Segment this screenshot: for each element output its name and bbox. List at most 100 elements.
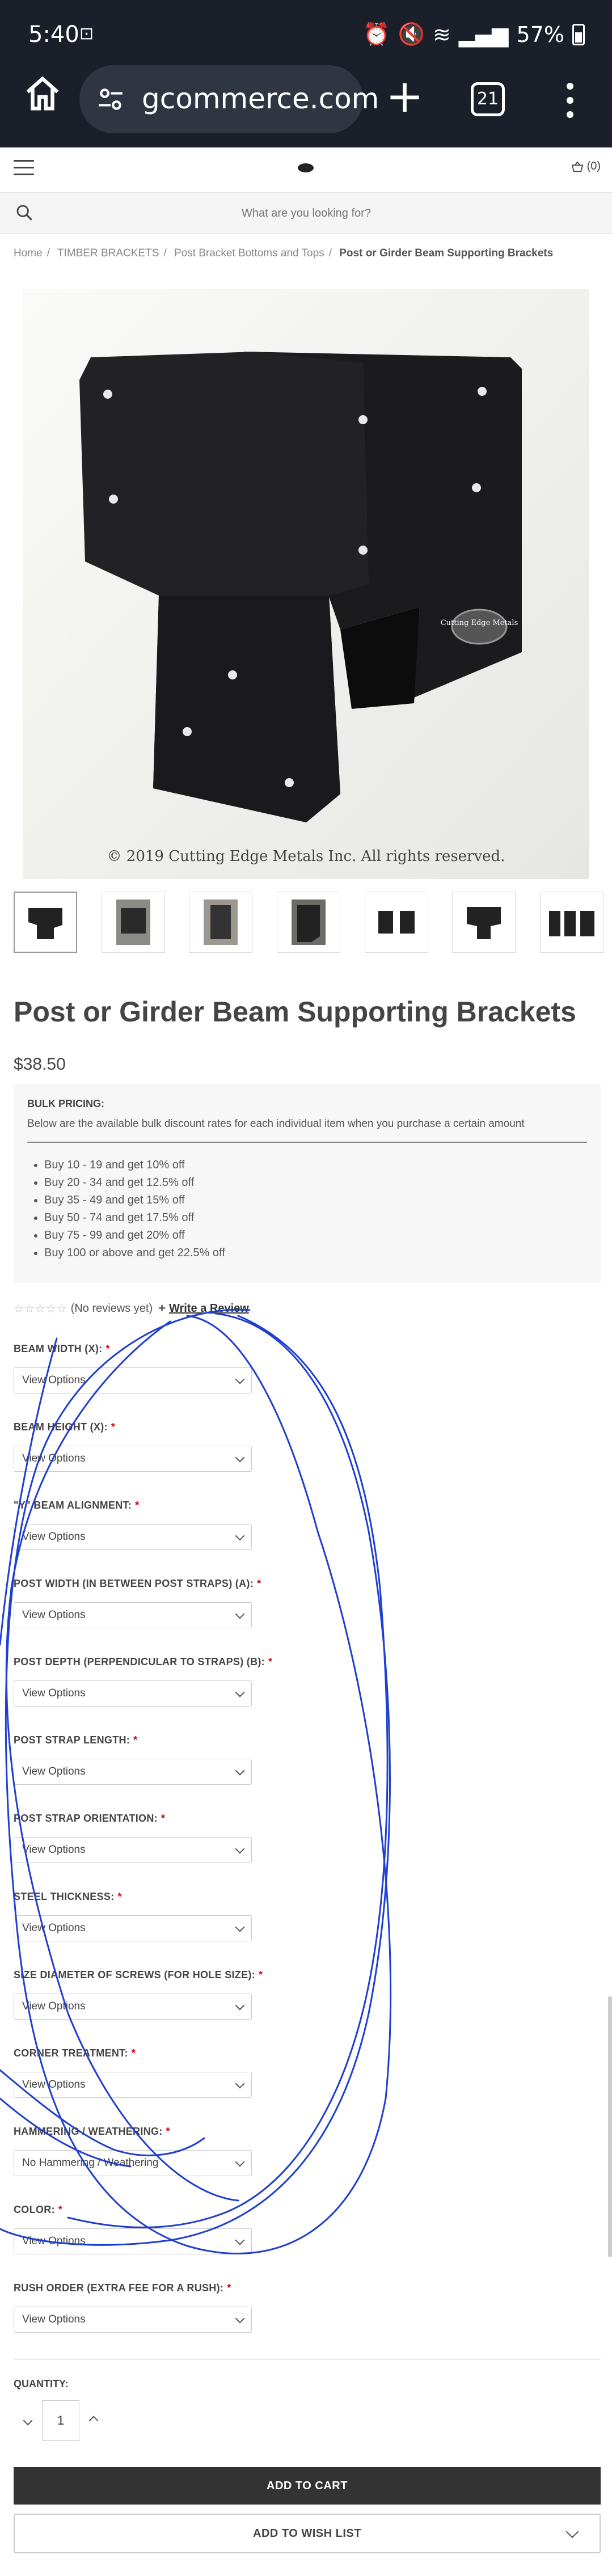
option-beam-width: BEAM WIDTH (X): * View Options [14, 1343, 252, 1393]
y-beam-alignment-select[interactable]: View Options [14, 1524, 252, 1550]
rush-order-select[interactable]: View Options [14, 2307, 252, 2333]
option-post-depth: POST DEPTH (PERPENDICULAR TO STRAPS) (B)… [14, 1656, 272, 1707]
option-corner-treatment: CORNER TREATMENT: * View Options [14, 2047, 252, 2098]
quantity-decrease-button[interactable] [14, 2400, 42, 2441]
rating-stars: ☆☆☆☆☆ [14, 1302, 67, 1315]
reviews-summary: ☆☆☆☆☆ (No reviews yet) + Write a Review [14, 1301, 249, 1316]
add-to-wishlist-button[interactable]: ADD TO WISH LIST [14, 2514, 601, 2553]
option-label: POST WIDTH (IN BETWEEN POST STRAPS) (A):… [14, 1578, 261, 1589]
option-beam-height: BEAM HEIGHT (X): * View Options [14, 1421, 252, 1472]
post-strap-orientation-select[interactable]: View Options [14, 1837, 252, 1863]
thumbnail-strip [14, 892, 603, 954]
home-icon[interactable] [23, 74, 62, 113]
battery-icon [572, 23, 585, 45]
url-text: gcommerce.com [142, 82, 379, 115]
bulk-pricing-box: BULK PRICING: Below are the available bu… [14, 1084, 601, 1283]
product-title: Post or Girder Beam Supporting Brackets [14, 996, 576, 1028]
post-depth-select[interactable]: View Options [14, 1680, 252, 1707]
bulk-pricing-list: Buy 10 - 19 and get 10% off Buy 20 - 34 … [27, 1156, 587, 1262]
search-bar [0, 193, 612, 234]
breadcrumb-home[interactable]: Home [14, 247, 43, 259]
search-input[interactable] [45, 201, 567, 226]
beam-width-select[interactable]: View Options [14, 1367, 252, 1393]
steel-thickness-select[interactable]: View Options [14, 1915, 252, 1941]
battery-level: 57% [516, 22, 564, 47]
option-label: COLOR: * [14, 2204, 63, 2215]
product-image[interactable]: Cutting Edge Metals © 2019 Cutting Edge … [23, 289, 589, 879]
thumbnail-1[interactable] [14, 892, 77, 953]
chevron-down-icon [235, 1922, 245, 1932]
thumbnail-6[interactable] [452, 892, 516, 953]
option-rush-order: RUSH ORDER (EXTRA FEE FOR A RUSH): * View… [14, 2282, 252, 2333]
chevron-down-icon [235, 1687, 245, 1697]
chevron-up-icon [88, 2415, 99, 2426]
option-label: RUSH ORDER (EXTRA FEE FOR A RUSH): * [14, 2282, 231, 2294]
quantity-label: QUANTITY: [14, 2378, 69, 2389]
chevron-down-icon [235, 2079, 245, 2089]
breadcrumb-timber-brackets[interactable]: TIMBER BRACKETS [57, 247, 159, 259]
option-post-width: POST WIDTH (IN BETWEEN POST STRAPS) (A):… [14, 1578, 261, 1628]
thumbnail-7[interactable] [539, 892, 603, 953]
basket-icon [571, 161, 583, 172]
chevron-down-icon [23, 2415, 33, 2426]
copyright-text: © 2019 Cutting Edge Metals Inc. All righ… [107, 848, 505, 865]
screen-record-icon: ⊡ [79, 24, 94, 43]
option-post-strap-orientation: POST STRAP ORIENTATION: * View Options [14, 1813, 252, 1863]
quantity-stepper: 1 [14, 2400, 108, 2441]
chevron-down-icon [235, 2000, 245, 2011]
bulk-pricing-title: BULK PRICING: [27, 1098, 104, 1109]
watermark-text: Cutting Edge Metals [441, 619, 518, 627]
status-icons: ⏰ 🔇 ≋ ▂▄▆ 57% [363, 22, 585, 47]
site-logo[interactable] [298, 163, 314, 172]
post-width-select[interactable]: View Options [14, 1602, 252, 1628]
quantity-increase-button[interactable] [79, 2400, 108, 2441]
plus-icon: + [158, 1301, 166, 1315]
status-bar: 5:40 ⊡ ⏰ 🔇 ≋ ▂▄▆ 57% gcommerce.com + 21 [0, 0, 612, 147]
hammering-select[interactable]: No Hammering / Weathering [14, 2150, 252, 2176]
option-label: BEAM HEIGHT (X): * [14, 1421, 116, 1433]
cart-link[interactable]: (0) [571, 160, 601, 173]
thumbnail-2[interactable] [101, 892, 165, 953]
add-to-cart-button[interactable]: ADD TO CART [14, 2467, 601, 2505]
scrollbar[interactable] [608, 1996, 612, 2257]
quantity-input[interactable]: 1 [42, 2400, 79, 2441]
bulk-pricing-description: Below are the available bulk discount ra… [27, 1118, 587, 1143]
breadcrumb-current: Post or Girder Beam Supporting Brackets [339, 247, 554, 259]
search-icon[interactable] [15, 203, 34, 222]
option-y-beam-alignment: "Y" BEAM ALIGNMENT: * View Options [14, 1500, 252, 1550]
chevron-down-icon [235, 2235, 245, 2245]
tab-switcher-button[interactable]: 21 [471, 82, 505, 116]
alarm-icon: ⏰ [363, 22, 390, 47]
wifi-icon: ≋ [433, 22, 451, 47]
chevron-down-icon [565, 2525, 579, 2539]
option-label: POST STRAP ORIENTATION: * [14, 1813, 166, 1824]
chevron-down-icon [235, 1374, 245, 1384]
site-settings-icon[interactable] [96, 85, 125, 113]
address-bar[interactable]: gcommerce.com [79, 65, 379, 133]
beam-height-select[interactable]: View Options [14, 1446, 252, 1472]
menu-icon[interactable] [14, 160, 34, 177]
breadcrumb-post-bracket[interactable]: Post Bracket Bottoms and Tops [174, 247, 324, 259]
option-label: POST STRAP LENGTH: * [14, 1734, 138, 1746]
screw-size-select[interactable]: View Options [14, 1994, 252, 2020]
corner-treatment-select[interactable]: View Options [14, 2072, 252, 2098]
more-menu-icon[interactable] [564, 79, 576, 125]
site-header: (0) [0, 147, 612, 193]
option-post-strap-length: POST STRAP LENGTH: * View Options [14, 1734, 252, 1785]
color-select[interactable]: View Options [14, 2228, 252, 2254]
option-label: CORNER TREATMENT: * [14, 2047, 136, 2059]
option-label: STEEL THICKNESS: * [14, 1891, 122, 1902]
list-item: Buy 35 - 49 and get 15% off [44, 1192, 587, 1209]
option-label: "Y" BEAM ALIGNMENT: * [14, 1500, 140, 1511]
write-review-link[interactable]: Write a Review [169, 1302, 249, 1315]
bracket-illustration: Cutting Edge Metals [23, 289, 589, 879]
post-strap-length-select[interactable]: View Options [14, 1759, 252, 1785]
option-label: BEAM WIDTH (X): * [14, 1343, 110, 1354]
list-item: Buy 10 - 19 and get 10% off [44, 1156, 587, 1174]
thumbnail-5[interactable] [364, 892, 428, 953]
thumbnail-4[interactable] [276, 892, 340, 953]
breadcrumb: Home / TIMBER BRACKETS / Post Bracket Bott… [14, 247, 554, 259]
new-tab-icon[interactable]: + [386, 74, 424, 119]
thumbnail-3[interactable] [189, 892, 253, 953]
chevron-down-icon [235, 1766, 245, 1776]
